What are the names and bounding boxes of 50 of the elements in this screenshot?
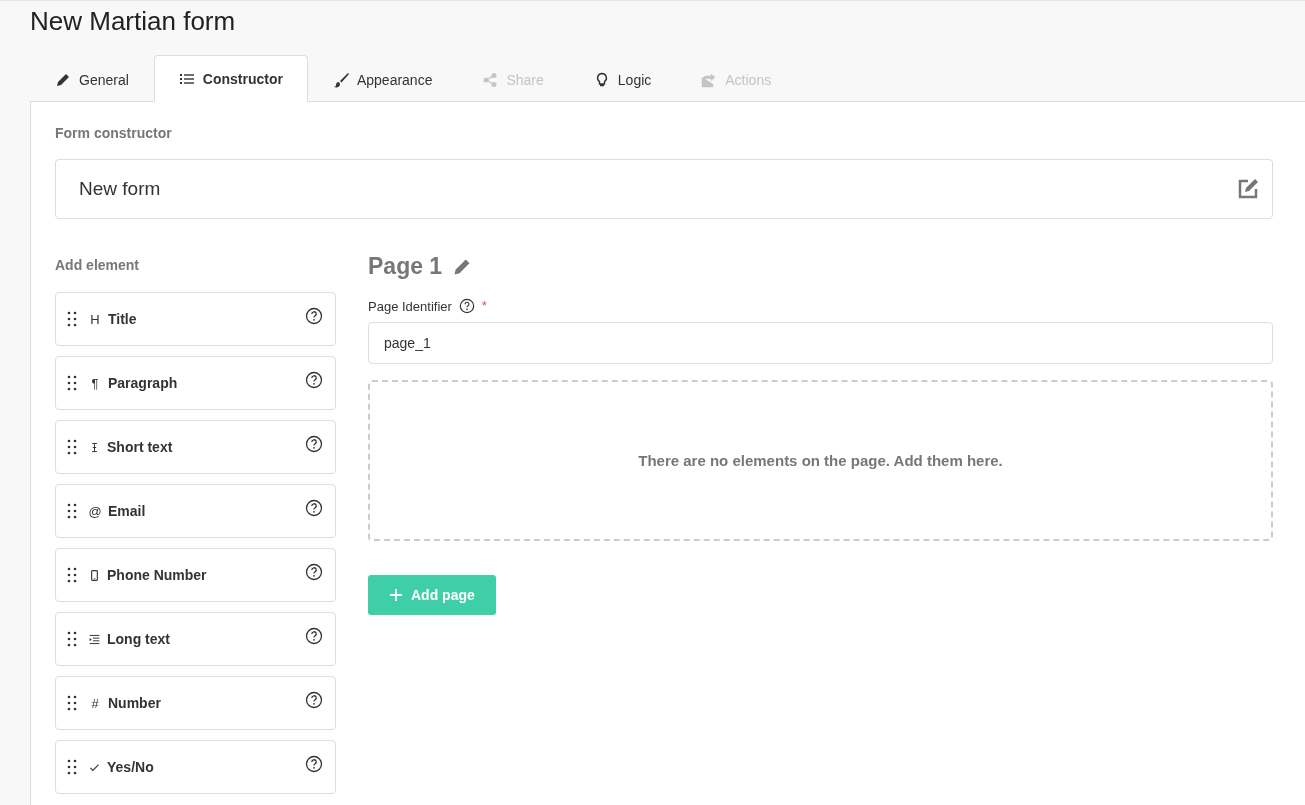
help-icon[interactable] (458, 298, 475, 314)
help-icon[interactable] (305, 499, 323, 517)
field-label: Page Identifier (368, 298, 452, 314)
help-icon[interactable] (305, 691, 323, 709)
drop-zone[interactable]: There are no elements on the page. Add them here. (368, 380, 1273, 541)
drag-handle-icon[interactable] (66, 310, 78, 328)
tab[interactable]: General (30, 56, 154, 102)
element-type-icon: ¶ (88, 375, 102, 391)
help-icon[interactable] (305, 563, 323, 581)
element-type-icon: # (88, 695, 102, 711)
drag-handle-icon[interactable] (66, 566, 78, 584)
phone-icon (88, 568, 101, 582)
export-icon (701, 71, 718, 88)
form-title: New Martian form (29, 5, 237, 38)
section-label: Add element (55, 257, 140, 273)
help-icon[interactable] (305, 627, 323, 645)
form-name-field[interactable]: New form (55, 159, 1273, 219)
element-type-icon: H (88, 311, 102, 327)
help-icon[interactable] (305, 371, 323, 389)
section-label: Form constructor (55, 125, 172, 141)
drag-handle-icon[interactable] (66, 502, 78, 520)
edit-icon[interactable] (1236, 177, 1260, 201)
element-item[interactable]: Yes/No (55, 740, 336, 794)
help-icon[interactable] (305, 307, 323, 325)
drag-handle-icon[interactable] (66, 438, 78, 456)
element-item[interactable]: @ Email (55, 484, 336, 538)
brush-icon (332, 71, 349, 88)
element-item[interactable]: H Title (55, 292, 336, 346)
drag-handle-icon[interactable] (66, 630, 78, 648)
page-identifier-field[interactable]: page_1 (368, 322, 1273, 364)
drag-handle-icon[interactable] (66, 758, 78, 776)
element-item[interactable]: Long text (55, 612, 336, 666)
share-icon (482, 71, 499, 88)
indent-icon (88, 632, 101, 646)
pencil-icon (55, 71, 71, 88)
tab[interactable]: Constructor (153, 55, 308, 102)
element-item[interactable]: ¶ Paragraph (55, 356, 336, 410)
element-item[interactable]: Phone Number (55, 548, 336, 602)
help-icon[interactable] (305, 435, 323, 453)
element-type-icon: @ (88, 503, 102, 519)
drag-handle-icon[interactable] (66, 374, 78, 392)
element-item[interactable]: Short text (55, 420, 336, 474)
list-icon (178, 71, 195, 87)
drag-handle-icon[interactable] (66, 694, 78, 712)
tab[interactable]: Logic (568, 56, 677, 102)
page-title: Page 1 (368, 253, 443, 280)
help-icon[interactable] (305, 755, 323, 773)
plus-icon (389, 588, 403, 602)
element-item[interactable]: # Number (55, 676, 336, 730)
required-mark: * (481, 298, 487, 313)
